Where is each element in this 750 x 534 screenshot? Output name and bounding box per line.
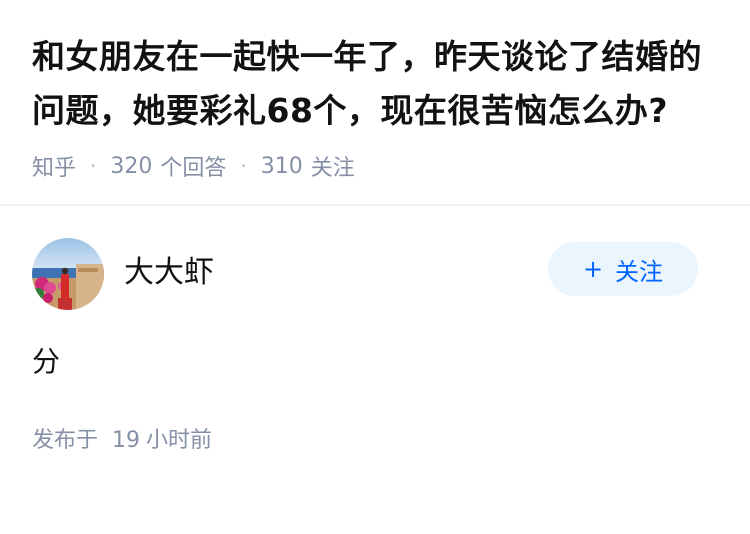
answer-count: 320 [110,153,153,179]
avatar[interactable] [32,238,104,310]
page: 和女朋友在一起快一年了，昨天谈论了结婚的问题，她要彩礼68个，现在很苦恼怎么办?… [0,0,750,534]
meta-separator: · [240,154,247,178]
time-prefix: 发布于 [32,428,99,453]
question-title[interactable]: 和女朋友在一起快一年了，昨天谈论了结婚的问题，她要彩礼68个，现在很苦恼怎么办? [32,30,718,138]
question-meta: 知乎 · 320 个回答 · 310 关注 [32,150,718,182]
author-name[interactable]: 大大虾 [124,247,214,291]
avatar-image [32,238,104,310]
author-info[interactable]: 大大虾 [32,238,214,310]
time-suffix: 小时前 [146,428,213,453]
answer-card: 大大虾 + 关注 分 发布于 19 小时前 [0,206,750,454]
answer-count-label: 个回答 [160,156,227,181]
follow-button-label: 关注 [615,257,664,286]
meta-separator: · [90,154,97,178]
author-row: 大大虾 + 关注 [32,238,718,310]
follow-count: 310 [260,153,303,179]
time-number: 19 [112,428,141,453]
source-label[interactable]: 知乎 [32,150,76,182]
follow-button[interactable]: + 关注 [548,242,698,296]
plus-icon: + [582,255,604,283]
question-header: 和女朋友在一起快一年了，昨天谈论了结婚的问题，她要彩礼68个，现在很苦恼怎么办?… [0,0,750,204]
answer-content[interactable]: 分 [32,340,718,380]
answer-time: 发布于 19 小时前 [32,422,718,454]
follow-count-label: 关注 [310,156,355,181]
